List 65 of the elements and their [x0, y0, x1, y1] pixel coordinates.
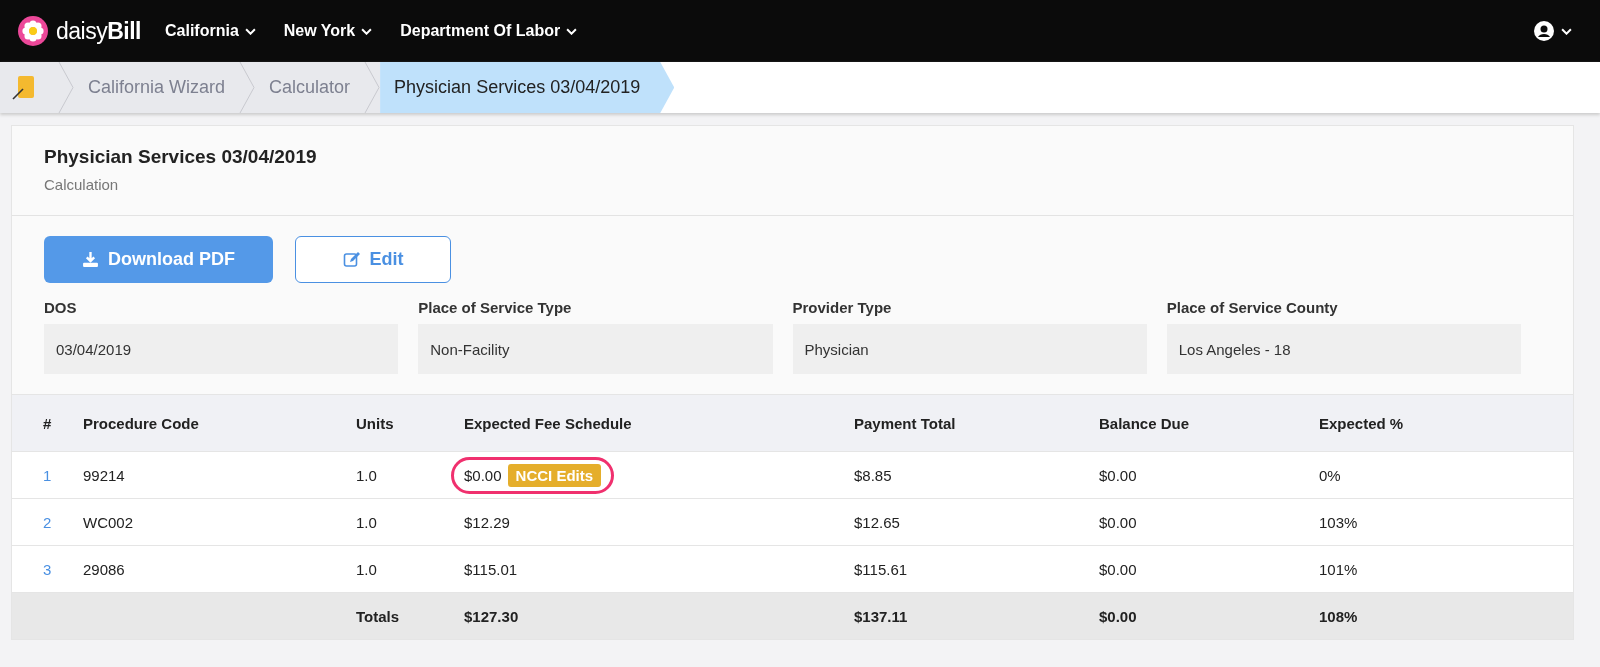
column-header: Payment Total [854, 414, 957, 432]
column-header: # [43, 414, 53, 432]
table-cell-text: 99214 [83, 466, 126, 484]
field-label: Place of Service Type [418, 299, 573, 316]
fee-amount: $115.01 [464, 560, 518, 578]
totals-cell-text: 108% [1319, 607, 1359, 625]
breadcrumb-separator [364, 62, 381, 113]
table-cell-text: 101% [1319, 560, 1359, 578]
nav-menu[interactable]: California [165, 22, 256, 40]
ncci-badge: NCCI Edits [507, 463, 602, 487]
edit-button[interactable]: Edit [295, 236, 451, 283]
row-number-link[interactable]: 3 [43, 560, 83, 578]
nav-menu[interactable]: New York [283, 22, 373, 40]
flower-logo-icon [18, 16, 48, 46]
column-header: Units [356, 414, 395, 432]
field-label: Provider Type [792, 299, 893, 316]
readonly-field: Los Angeles - 18 [1166, 324, 1521, 374]
table-cell-text: 1.0 [356, 466, 378, 484]
caret-icon [244, 27, 256, 35]
page-title: Physician Services 03/04/2019 [44, 146, 318, 168]
logo-text: daisyBill [56, 17, 141, 45]
download-button[interactable]: Download PDF [44, 236, 273, 283]
readonly-field: Physician [792, 324, 1147, 374]
download-icon [82, 251, 99, 268]
nav-menu[interactable]: Department Of Labor [400, 22, 578, 40]
breadcrumb-item[interactable]: Physician Services 03/04/2019 [380, 62, 675, 113]
table-cell-text: 29086 [83, 560, 126, 578]
table-cell-text: WC002 [83, 513, 135, 531]
logo[interactable]: daisyBill [18, 16, 141, 46]
page-subtitle: Calculation [44, 176, 120, 193]
table-cell-text: 1.0 [356, 513, 378, 531]
row-number-link[interactable]: 2 [43, 513, 83, 531]
readonly-field: Non-Facility [418, 324, 773, 374]
table-cell-text: $8.85 [854, 466, 893, 484]
column-header: Expected Fee Schedule [464, 414, 633, 432]
table-cell-text: 103% [1319, 513, 1359, 531]
table-cell-text: $115.61 [854, 560, 909, 578]
fee-amount: $12.29 [464, 513, 510, 531]
totals-label: Totals [356, 607, 401, 625]
field-label: Place of Service County [1166, 299, 1339, 316]
caret-icon [1561, 27, 1572, 35]
readonly-field: 03/04/2019 [44, 324, 399, 374]
table-cell-text: $12.65 [854, 513, 901, 531]
fee-amount: $0.00 [464, 466, 502, 484]
column-header: Procedure Code [83, 414, 200, 432]
table-cell-text: $0.00 [1099, 513, 1138, 531]
table-cell-text: $0.00 [1099, 466, 1138, 484]
column-header: Balance Due [1099, 414, 1191, 432]
field-label: DOS [44, 299, 78, 316]
user-icon [1534, 21, 1554, 41]
caret-icon [361, 27, 373, 35]
table-cell-text: $0.00 [1099, 560, 1138, 578]
totals-cell-text: $0.00 [1099, 607, 1138, 625]
table-cell-text: 0% [1319, 466, 1342, 484]
totals-cell-text: $127.30 [464, 607, 520, 625]
user-menu-button[interactable] [1534, 21, 1572, 41]
note-icon [12, 74, 36, 101]
breadcrumb-item[interactable]: California Wizard [74, 62, 240, 113]
table-cell-text: 1.0 [356, 560, 378, 578]
totals-cell-text: $137.11 [854, 607, 909, 625]
caret-icon [566, 27, 578, 35]
edit-icon [342, 250, 361, 269]
row-number-link[interactable]: 1 [43, 466, 83, 484]
column-header: Expected % [1319, 414, 1405, 432]
breadcrumb-item[interactable]: Calculator [255, 62, 365, 113]
